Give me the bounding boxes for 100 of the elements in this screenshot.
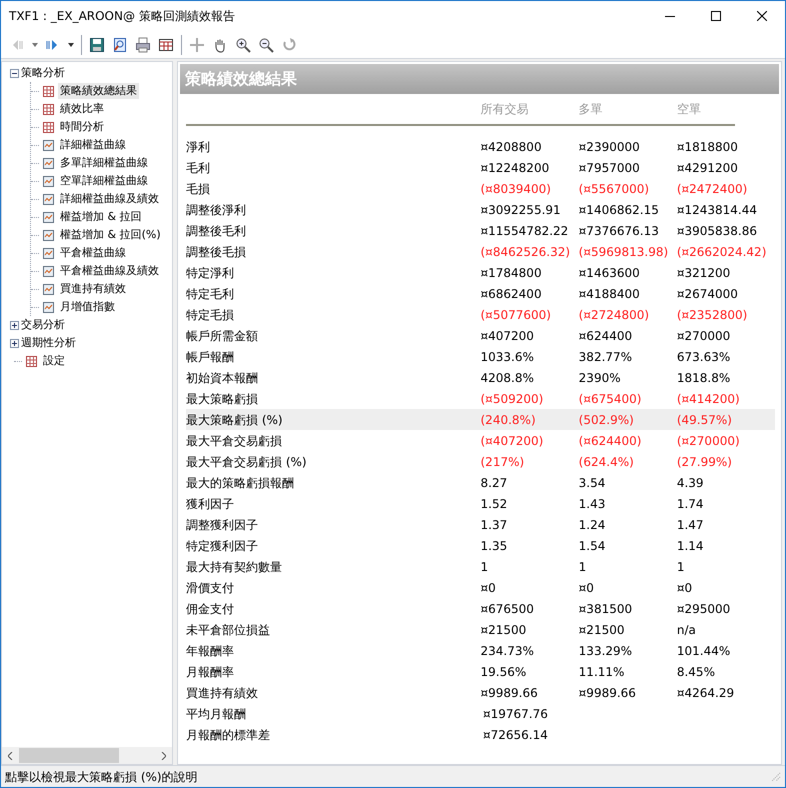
- expand-icon[interactable]: [10, 320, 19, 330]
- row-label: 特定獲利因子: [186, 538, 259, 554]
- scroll-left-icon[interactable]: [8, 752, 13, 760]
- row-label: 月報酬率: [186, 664, 235, 680]
- row-label: 特定淨利: [186, 264, 235, 282]
- row-label: 帳戶報酬: [186, 348, 235, 366]
- table-cell-text: ¤2390000: [578, 138, 641, 156]
- tree-item[interactable]: 策略績效總結果: [58, 82, 139, 100]
- row-label: 滑價支付: [186, 580, 235, 596]
- table-cell-text: 1.47: [676, 516, 705, 534]
- table-cell-text: (¤2662024.42): [676, 244, 768, 260]
- table-cell-text: 382.77%: [578, 348, 634, 366]
- table-cell-text: 8.45%: [676, 664, 716, 680]
- table-cell-text: (¤624400): [578, 432, 642, 450]
- tree-group[interactable]: 交易分析: [21, 316, 65, 334]
- tree-item[interactable]: 買進持有績效: [58, 280, 128, 298]
- table-cell-text: (217%): [480, 454, 526, 470]
- table-cell-text: ¤21500: [578, 622, 626, 638]
- preview-icon[interactable]: [112, 36, 128, 52]
- tree-item[interactable]: 績效比率: [58, 100, 106, 118]
- table-cell-text: ¤19767.76: [483, 706, 549, 722]
- close-icon: [757, 11, 767, 21]
- caret-icon[interactable]: [68, 42, 74, 46]
- table-cell-text: 1.52: [480, 496, 508, 512]
- table-icon: [26, 356, 37, 366]
- table-cell-text: n/a: [676, 622, 697, 638]
- resize-grip-icon[interactable]: [771, 772, 781, 782]
- table-cell-text: (¤2472400): [676, 180, 748, 198]
- collapse-icon[interactable]: [10, 68, 19, 78]
- tree-item[interactable]: 月增值指數: [58, 298, 117, 316]
- table-cell-text: 11.11%: [578, 664, 626, 680]
- line-chart-icon: [43, 194, 54, 204]
- table-icon: [43, 86, 54, 96]
- tree-item[interactable]: 多單詳細權益曲線: [58, 154, 150, 172]
- row-label: 調整後淨利: [186, 202, 247, 218]
- table-cell-text: (¤509200): [480, 390, 544, 408]
- row-label: 未平倉部位損益: [186, 622, 271, 638]
- row-label: 年報酬率: [186, 642, 235, 660]
- tree-item[interactable]: 平倉權益曲線: [58, 244, 128, 262]
- line-chart-icon: [43, 158, 54, 168]
- table-cell-text: ¤6862400: [480, 286, 543, 302]
- table-cell-text: ¤1784800: [480, 264, 543, 282]
- tree-item[interactable]: 設定: [41, 352, 67, 370]
- table-cell-text: (¤270000): [676, 432, 741, 450]
- table-cell-text: ¤4291200: [676, 160, 739, 176]
- table-cell-text: ¤4188400: [578, 286, 641, 302]
- zoom-out-icon[interactable]: [258, 36, 274, 52]
- table-cell-text: 1.74: [676, 496, 705, 512]
- table-cell-text: (¤2352800): [676, 306, 748, 324]
- zoom-in-icon[interactable]: [235, 36, 251, 52]
- row-label: 初始資本報酬: [186, 370, 259, 386]
- tree-item[interactable]: 空單詳細權益曲線: [58, 172, 150, 190]
- table-cell-text: ¤72656.14: [483, 726, 549, 744]
- table-cell-text: ¤1243814.44: [676, 202, 758, 218]
- table-cell-text: ¤9989.66: [578, 684, 637, 702]
- grid-icon[interactable]: [158, 36, 174, 52]
- row-label: 平均月報酬: [186, 706, 247, 722]
- row-label: 獲利因子: [186, 496, 235, 512]
- expand-icon[interactable]: [10, 338, 19, 348]
- row-label: 特定毛損: [186, 306, 235, 324]
- table-cell-text: 1818.8%: [676, 370, 732, 386]
- table-cell-text: (624.4%): [578, 454, 635, 470]
- row-label: 佣金支付: [186, 600, 235, 618]
- table-cell-text: ¤321200: [676, 264, 732, 282]
- table-cell-text: 101.44%: [676, 642, 732, 660]
- tree-group[interactable]: 策略分析: [21, 64, 65, 82]
- tree-item[interactable]: 權益增加 & 拉回(%): [58, 226, 163, 244]
- line-chart-icon: [43, 266, 54, 276]
- row-label: 帳戶所需金額: [186, 328, 259, 344]
- table-cell-text: 673.63%: [676, 348, 732, 366]
- table-cell-text: 2390%: [578, 370, 622, 386]
- horizontal-scrollbar[interactable]: [2, 747, 172, 764]
- tree-item[interactable]: 詳細權益曲線: [58, 136, 128, 154]
- save-icon[interactable]: [89, 36, 105, 52]
- row-label: 月報酬的標準差: [186, 726, 271, 744]
- table-cell-text: ¤295000: [676, 600, 732, 618]
- table-cell-text: ¤7376676.13: [578, 222, 660, 240]
- table-cell-text: ¤2674000: [676, 286, 739, 302]
- line-chart-icon: [43, 302, 54, 312]
- row-label: 最大平倉交易虧損 (%): [186, 454, 308, 470]
- tree-item[interactable]: 時間分析: [58, 118, 106, 136]
- table-cell-text: ¤1406862.15: [578, 202, 660, 218]
- table-row[interactable]: 最大策略虧損 (%) (240.8%) (502.9%) (49.57%): [186, 409, 775, 430]
- tree-item[interactable]: 詳細權益曲線及績效: [58, 190, 161, 208]
- table-cell-text: ¤381500: [578, 600, 634, 618]
- printer-icon[interactable]: [135, 36, 151, 52]
- table-cell-text: ¤0: [480, 580, 497, 596]
- tree-group[interactable]: 週期性分析: [21, 334, 76, 352]
- table-cell-text: 234.73%: [480, 642, 535, 660]
- table-cell-text: ¤4208800: [480, 138, 543, 156]
- table-cell-text: ¤676500: [480, 600, 535, 618]
- scroll-right-icon[interactable]: [161, 752, 166, 760]
- table-cell-text: 4.39: [676, 474, 705, 492]
- line-chart-icon: [43, 230, 54, 240]
- tree-item[interactable]: 平倉權益曲線及績效: [58, 262, 161, 280]
- tree-item[interactable]: 權益增加 & 拉回: [58, 208, 144, 226]
- report-header: 策略績效總結果: [180, 64, 779, 94]
- table-cell-text: ¤3092255.91: [480, 202, 562, 218]
- table-cell-text: 133.29%: [578, 642, 634, 660]
- row-label: 淨利: [186, 138, 211, 156]
